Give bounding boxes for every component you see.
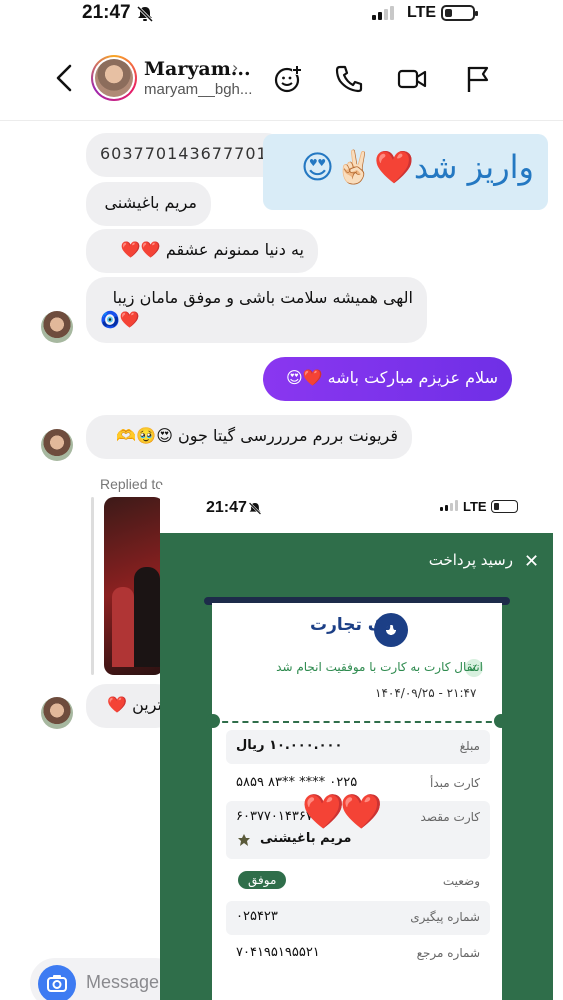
- message-input-placeholder[interactable]: Message: [86, 972, 159, 993]
- row-status: وضعیت موفق: [226, 865, 490, 899]
- dest-card-label: کارت مقصد: [420, 810, 480, 824]
- story-thumbnail[interactable]: [104, 497, 164, 675]
- heart-emoji: ❤️: [107, 695, 127, 714]
- video-camera-icon[interactable]: [397, 64, 427, 94]
- tracking-label: شماره پیگیری: [410, 910, 480, 924]
- transaction-datetime: ۱۴۰۴/۰۹/۲۵ - ۲۱:۴۷: [375, 686, 477, 700]
- message-reply[interactable]: قریونت بررم مررررسی گیتا جون 😍🥹🫶: [86, 415, 412, 459]
- replied-to-label: Replied to: [100, 476, 164, 492]
- bell-slash-icon: [248, 502, 262, 515]
- row-tracking: شماره پیگیری ۰۲۵۴۲۳: [226, 901, 490, 935]
- message-sent-text: سلام عزیزم مبارکت باشه: [327, 368, 498, 387]
- contact-username[interactable]: maryam__bgh...: [144, 81, 252, 98]
- hearts-sticker: ❤️❤️: [302, 792, 383, 832]
- chat-avatar[interactable]: [41, 697, 73, 729]
- message-prayer-line1: الهی همیشه سلامت باشی و موفق مامان زیبا: [112, 288, 413, 307]
- receipt-notch: [206, 714, 220, 728]
- chat-avatar[interactable]: [41, 311, 73, 343]
- hearts-emoji: ❤️❤️: [120, 240, 161, 259]
- flag-icon[interactable]: [463, 64, 493, 94]
- chat-avatar[interactable]: [41, 429, 73, 461]
- message-last-text: ترین: [132, 695, 162, 714]
- message-prayer[interactable]: الهی همیشه سلامت باشی و موفق مامان زیبا …: [86, 277, 427, 343]
- amount-value: ۱۰.۰۰۰.۰۰۰ ریال: [236, 738, 343, 753]
- reference-label: شماره مرجع: [416, 946, 480, 960]
- bell-slash-icon: [136, 6, 154, 22]
- row-reference: شماره مرجع ۷۰۴۱۹۵۱۹۵۵۲۱: [226, 937, 490, 971]
- status-time: 21:47: [82, 2, 131, 23]
- avatar[interactable]: [91, 55, 137, 101]
- receipt-notch: [494, 714, 508, 728]
- status-badge: موفق: [238, 871, 287, 889]
- signal-icon: [440, 500, 458, 511]
- bank-emblem-icon: [238, 834, 250, 846]
- chevron-right-icon[interactable]: ›: [232, 58, 238, 77]
- row-amount: مبلغ ۱۰.۰۰۰.۰۰۰ ریال: [226, 730, 490, 764]
- message-thanks-text: یه دنیا ممنونم عشقم: [165, 240, 304, 259]
- reference-value: ۷۰۴۱۹۵۱۹۵۵۲۱: [236, 945, 320, 960]
- story-text-overlay: واریز شد❤️✌🏻😍: [263, 134, 548, 210]
- receipt-divider: [212, 721, 502, 723]
- close-icon: ✕: [524, 551, 540, 572]
- bank-name: بانک تجارت: [310, 615, 405, 635]
- message-reply-emoji: 😍🥹🫶: [116, 426, 173, 445]
- back-icon[interactable]: [52, 62, 78, 94]
- dest-card-owner: مریم باغیشنی: [260, 831, 352, 846]
- battery-icon: [491, 500, 518, 513]
- phone-icon[interactable]: [334, 64, 364, 94]
- camera-button[interactable]: [38, 965, 76, 1000]
- receipt-title: رسید پرداخت: [428, 551, 513, 569]
- source-card-label: کارت مبدأ: [430, 776, 480, 790]
- status-label: وضعیت: [442, 874, 480, 888]
- receipt-screenshot: 21:47 LTE رسید پرداخت ✕ بانک تجارت ✓ انت…: [160, 485, 553, 1000]
- battery-icon: [441, 5, 478, 21]
- receipt-status-time: 21:47: [206, 499, 247, 516]
- network-type: LTE: [407, 4, 437, 21]
- message-sent[interactable]: سلام عزیزم مبارکت باشه ❤️😍: [263, 357, 512, 401]
- header-divider: [0, 120, 563, 121]
- receipt-network-type: LTE: [463, 499, 487, 514]
- message-sent-emoji: ❤️😍: [285, 368, 323, 387]
- reply-indicator-line: [91, 497, 94, 675]
- message-reply-text: قریونت بررم مررررسی گیتا جون: [178, 426, 398, 445]
- camera-icon: [47, 975, 67, 992]
- add-emoji-icon[interactable]: [273, 64, 303, 94]
- message-thanks[interactable]: یه دنیا ممنونم عشقم ❤️❤️: [86, 229, 318, 273]
- message-card-number[interactable]: 603770143677701: [86, 133, 286, 177]
- amount-label: مبلغ: [459, 739, 480, 753]
- success-text: انتقال کارت به کارت با موفقیت انجام شد: [276, 660, 483, 674]
- signal-icon: [372, 6, 394, 20]
- source-card-value: ۵۸۵۹ ۸۳** **** ۰۲۲۵: [236, 775, 358, 790]
- tracking-value: ۰۲۵۴۲۳: [236, 909, 278, 924]
- message-name[interactable]: مریم باغیشنی: [86, 182, 211, 226]
- message-prayer-line2: 🧿❤️: [100, 310, 140, 330]
